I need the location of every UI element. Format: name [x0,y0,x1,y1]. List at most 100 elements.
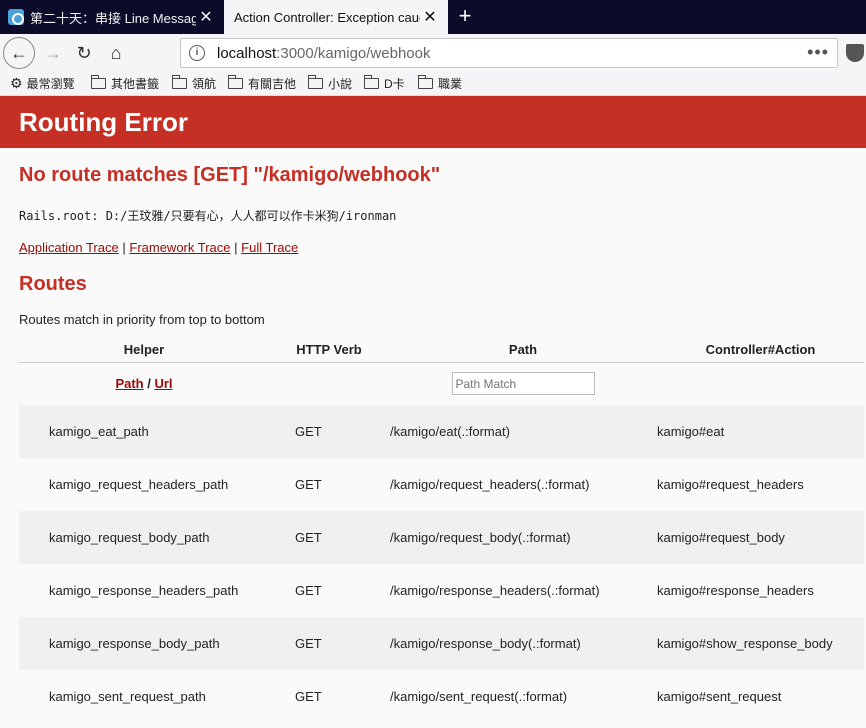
empty-cell [657,362,864,405]
route-verb-cell: GET [269,511,389,564]
folder-icon [91,75,106,89]
route-path-cell: /kamigo/response_headers(.:format) [390,583,600,598]
route-action-cell: kamigo#eat [657,405,864,458]
main-content: No route matches [GET] "/kamigo/webhook"… [0,164,866,723]
close-icon[interactable]: ✕ [196,7,216,27]
folder-icon [418,75,433,89]
nav-bar: ← → ↻ ⌂ i localhost:3000/kamigo/webhook … [0,34,866,72]
routes-description: Routes match in priority from top to bot… [19,312,265,327]
folder-icon [308,75,323,89]
new-tab-icon[interactable]: + [452,2,478,30]
bookmark-folder[interactable]: 領航 [172,75,216,92]
bookmark-folder[interactable]: D卡 [364,75,405,92]
shield-icon[interactable] [846,44,864,62]
route-path-cell: /kamigo/request_body(.:format) [389,511,657,564]
reload-icon[interactable]: ↻ [68,37,100,69]
route-action-cell: kamigo#response_headers [657,583,814,598]
tab-line-messaging[interactable]: 第二十天：串接 Line Messaging ✕ [0,0,224,34]
rails-root: Rails.root: D:/王玟雅/只要有心，人人都可以作卡米狗/ironma… [19,209,397,223]
gear-icon: ⚙ [10,75,23,91]
route-verb-cell: GET [295,689,322,704]
separator: | [234,240,238,255]
route-helper-cell: kamigo_sent_request_path [49,689,206,704]
folder-icon [228,75,243,89]
application-trace-link[interactable]: Application Trace [19,240,119,255]
bookmark-label: D卡 [384,77,405,91]
bookmark-folder[interactable]: 小說 [308,75,352,92]
column-header-action: Controller#Action [657,338,864,363]
route-path-cell: /kamigo/eat(.:format) [389,405,657,458]
ithome-favicon-icon [8,9,24,25]
bookmark-label: 領航 [192,77,217,91]
bookmark-label: 有關吉他 [248,77,297,91]
column-header-verb: HTTP Verb [269,338,389,363]
folder-icon [172,75,187,89]
bookmark-label: 小說 [328,77,353,91]
table-row: kamigo_request_body_path GET/kamigo/reque… [19,511,864,564]
table-row: kamigo_request_headers_path GET/kamigo/re… [19,458,864,511]
home-icon[interactable]: ⌂ [100,37,132,69]
separator: | [122,240,126,255]
empty-cell [269,362,389,405]
bookmark-folder[interactable]: 其他書籤 [91,75,159,92]
url-toggle-link[interactable]: Url [154,376,172,391]
tab-bar: 第二十天：串接 Line Messaging ✕ Action Controll… [0,0,866,34]
route-action-cell: kamigo#show_response_body [657,617,864,670]
route-path-cell: /kamigo/sent_request(.:format) [390,689,568,704]
table-row: kamigo_response_body_path GET/kamigo/resp… [19,617,864,670]
full-trace-link[interactable]: Full Trace [241,240,298,255]
bookmarks-bar: ⚙ 最常瀏覽 其他書籤 領航 有關吉他 小說 D卡 職業 [0,72,866,96]
url-bar[interactable]: i localhost:3000/kamigo/webhook ••• [180,38,838,68]
more-icon[interactable]: ••• [807,42,829,63]
page-title: Routing Error [0,96,866,148]
route-action-cell: kamigo#request_headers [657,477,804,492]
route-verb-cell: GET [269,617,389,670]
route-helper-cell: kamigo_eat_path [19,405,269,458]
bookmark-folder[interactable]: 有關吉他 [228,75,296,92]
routes-table: Helper HTTP Verb Path Controller#Action … [19,338,864,723]
table-row: kamigo_response_headers_path GET/kamigo/r… [19,564,864,617]
route-helper-cell: kamigo_request_body_path [19,511,269,564]
route-path-cell: /kamigo/request_headers(.:format) [390,477,590,492]
bookmark-label: 最常瀏覽 [26,77,75,91]
url-text[interactable]: localhost:3000/kamigo/webhook [217,45,430,62]
bookmark-label: 職業 [438,77,463,91]
route-path-cell: /kamigo/response_body(.:format) [389,617,657,670]
route-verb-cell: GET [269,405,389,458]
helper-toggle: Path / Url [19,362,269,405]
table-row: kamigo_sent_request_path GET/kamigo/sent_… [19,670,864,723]
search-row: Path / Url [19,362,864,405]
route-helper-cell: kamigo_request_headers_path [49,477,229,492]
info-icon[interactable]: i [189,45,205,61]
tab-title: Action Controller: Exception caug [234,9,420,25]
routes-heading: Routes [19,273,87,295]
framework-trace-link[interactable]: Framework Trace [129,240,230,255]
separator: / [143,376,155,392]
trace-links: Application Trace | Framework Trace | Fu… [19,240,866,255]
close-icon[interactable]: ✕ [420,7,440,27]
page: Routing Error No route matches [GET] "/k… [0,96,866,728]
url-host: localhost [217,44,277,62]
bookmark-folder[interactable]: 職業 [418,75,462,92]
tab-action-controller[interactable]: Action Controller: Exception caug ✕ [224,0,448,34]
bookmark-most-visited[interactable]: ⚙ 最常瀏覽 [10,75,75,92]
bookmark-label: 其他書籤 [111,77,160,91]
table-row: kamigo_eat_path GET/kamigo/eat(.:format) k… [19,405,864,458]
path-search-cell [389,362,657,405]
path-toggle-link[interactable]: Path [115,376,143,391]
route-helper-cell: kamigo_response_headers_path [49,583,239,598]
column-header-helper: Helper [19,338,269,363]
route-action-cell: kamigo#sent_request [657,689,782,704]
path-search-input[interactable] [451,372,595,396]
tab-title: 第二十天：串接 Line Messaging [30,10,196,26]
route-action-cell: kamigo#request_body [657,511,864,564]
back-arrow-icon[interactable]: ← [3,37,35,69]
url-path: :3000/kamigo/webhook [276,44,431,62]
route-verb-cell: GET [295,477,322,492]
forward-arrow-icon[interactable]: → [37,37,69,69]
error-message: No route matches [GET] "/kamigo/webhook" [19,164,441,186]
column-header-path: Path [389,338,657,363]
route-verb-cell: GET [295,583,322,598]
folder-icon [364,75,379,89]
route-helper-cell: kamigo_response_body_path [19,617,269,670]
